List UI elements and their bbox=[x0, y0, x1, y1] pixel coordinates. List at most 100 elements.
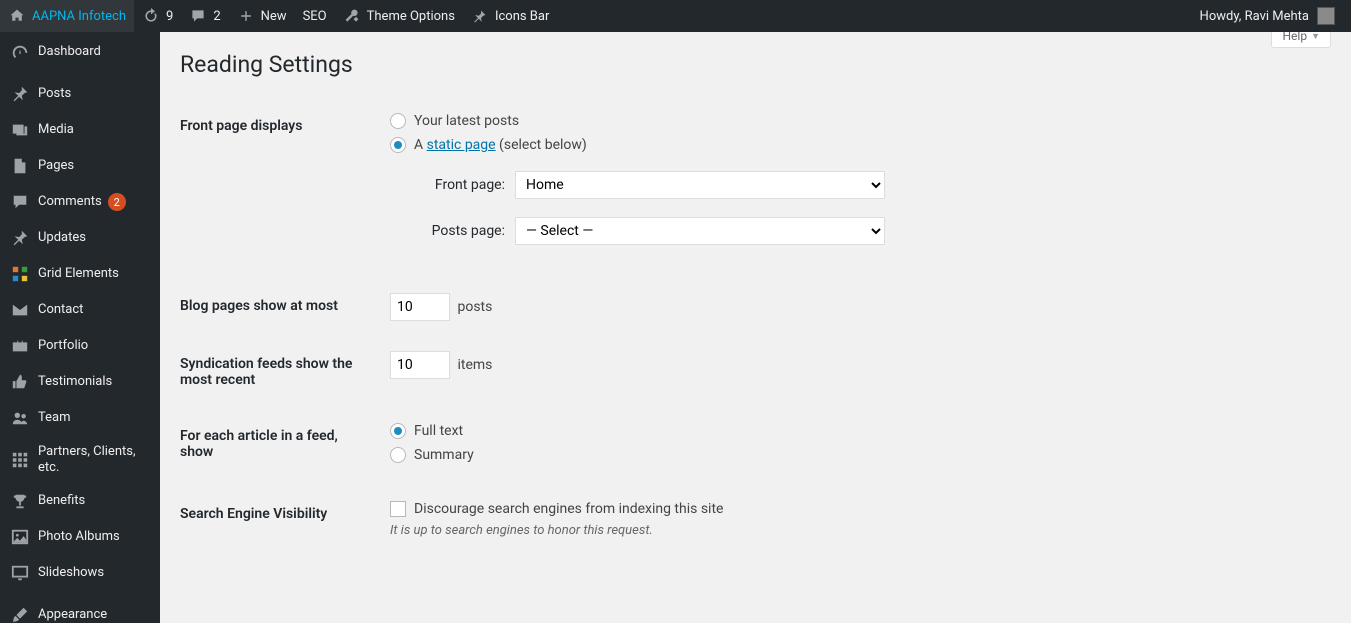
syndication-input[interactable] bbox=[390, 351, 450, 379]
radio-static-page-label[interactable]: A static page (select below) bbox=[390, 137, 587, 153]
admin-sidebar: Dashboard Posts Media Pages Comments2 Up… bbox=[0, 32, 160, 623]
pin-icon bbox=[10, 228, 30, 248]
site-link[interactable]: AAPNA Infotech bbox=[0, 0, 134, 32]
sidebar-item-comments[interactable]: Comments2 bbox=[0, 184, 160, 220]
sidebar-item-pages[interactable]: Pages bbox=[0, 148, 160, 184]
radio-full-text[interactable] bbox=[390, 423, 406, 439]
main-content: Help ▼ Reading Settings Front page displ… bbox=[160, 32, 1351, 623]
pin-icon bbox=[10, 84, 30, 104]
sidebar-item-contact[interactable]: Contact bbox=[0, 292, 160, 328]
radio-full-text-label[interactable]: Full text bbox=[390, 423, 463, 439]
tools-icon bbox=[343, 7, 361, 25]
account-link[interactable]: Howdy, Ravi Mehta bbox=[1192, 0, 1343, 32]
sidebar-item-label: Media bbox=[38, 122, 74, 138]
grid-icon bbox=[10, 264, 30, 284]
toolbar-comments-count: 2 bbox=[213, 9, 220, 24]
radio-static-page[interactable] bbox=[390, 137, 406, 153]
seo-label: SEO bbox=[303, 9, 327, 24]
grid-small-icon bbox=[10, 450, 30, 470]
sidebar-item-benefits[interactable]: Benefits bbox=[0, 483, 160, 519]
blog-pages-input[interactable] bbox=[390, 293, 450, 321]
monitor-icon bbox=[10, 563, 30, 583]
sidebar-item-media[interactable]: Media bbox=[0, 112, 160, 148]
sidebar-item-photo-albums[interactable]: Photo Albums bbox=[0, 519, 160, 555]
sidebar-item-posts[interactable]: Posts bbox=[0, 76, 160, 112]
sidebar-item-label: Benefits bbox=[38, 493, 85, 509]
sidebar-item-label: Slideshows bbox=[38, 565, 104, 581]
radio-latest-text: Your latest posts bbox=[414, 113, 519, 129]
front-page-select-label: Front page: bbox=[410, 177, 505, 193]
users-icon bbox=[10, 408, 30, 428]
sev-description: It is up to search engines to honor this… bbox=[390, 523, 1321, 538]
blog-pages-label: Blog pages show at most bbox=[180, 278, 380, 336]
sidebar-item-label: Pages bbox=[38, 158, 74, 174]
howdy-text: Howdy, Ravi Mehta bbox=[1200, 9, 1309, 24]
toolbar-left: AAPNA Infotech 9 2 New SEO Theme Options… bbox=[0, 0, 557, 32]
site-name: AAPNA Infotech bbox=[32, 9, 126, 24]
new-label: New bbox=[261, 9, 287, 24]
comment-icon bbox=[10, 192, 30, 212]
sev-label: Search Engine Visibility bbox=[180, 486, 380, 553]
sidebar-item-label: Portfolio bbox=[38, 338, 88, 354]
icons-bar-label: Icons Bar bbox=[495, 9, 549, 24]
sidebar-item-updates[interactable]: Updates bbox=[0, 220, 160, 256]
radio-static-prefix: A bbox=[414, 137, 427, 153]
chevron-down-icon: ▼ bbox=[1311, 32, 1320, 42]
toolbar-right: Howdy, Ravi Mehta bbox=[1192, 0, 1351, 32]
sidebar-item-partners[interactable]: Partners, Clients, etc. bbox=[0, 436, 160, 483]
sidebar-item-label: Photo Albums bbox=[38, 529, 120, 545]
radio-summary[interactable] bbox=[390, 447, 406, 463]
toolbar-theme-options[interactable]: Theme Options bbox=[335, 0, 463, 32]
refresh-icon bbox=[142, 7, 160, 25]
syndication-unit: items bbox=[457, 357, 492, 373]
sev-checkbox-label[interactable]: Discourage search engines from indexing … bbox=[390, 501, 1321, 517]
sidebar-item-label: Dashboard bbox=[38, 44, 101, 60]
radio-summary-label[interactable]: Summary bbox=[390, 447, 474, 463]
sidebar-item-label: Appearance bbox=[38, 607, 107, 623]
sidebar-item-slideshows[interactable]: Slideshows bbox=[0, 555, 160, 591]
trophy-icon bbox=[10, 491, 30, 511]
sidebar-item-label: Partners, Clients, etc. bbox=[38, 444, 152, 475]
sidebar-item-label: Grid Elements bbox=[38, 266, 119, 282]
briefcase-icon bbox=[10, 336, 30, 356]
sidebar-item-team[interactable]: Team bbox=[0, 400, 160, 436]
media-icon bbox=[10, 120, 30, 140]
help-button[interactable]: Help ▼ bbox=[1271, 32, 1331, 48]
front-page-select[interactable]: Home bbox=[515, 171, 885, 199]
toolbar-updates[interactable]: 9 bbox=[134, 0, 181, 32]
sev-checkbox[interactable] bbox=[390, 501, 406, 517]
sidebar-item-label: Contact bbox=[38, 302, 83, 318]
thumbs-up-icon bbox=[10, 372, 30, 392]
radio-latest-posts-label[interactable]: Your latest posts bbox=[390, 113, 519, 129]
sidebar-item-grid-elements[interactable]: Grid Elements bbox=[0, 256, 160, 292]
updates-count: 9 bbox=[166, 9, 173, 24]
static-page-link[interactable]: static page bbox=[427, 137, 496, 153]
page-title: Reading Settings bbox=[180, 42, 1331, 98]
sidebar-item-testimonials[interactable]: Testimonials bbox=[0, 364, 160, 400]
comments-badge: 2 bbox=[108, 193, 126, 211]
radio-latest-posts[interactable] bbox=[390, 113, 406, 129]
sev-checkbox-text: Discourage search engines from indexing … bbox=[414, 501, 723, 517]
toolbar-new[interactable]: New bbox=[229, 0, 295, 32]
radio-full-text-text: Full text bbox=[414, 423, 463, 439]
posts-page-select[interactable]: — Select — bbox=[515, 217, 885, 245]
toolbar-seo[interactable]: SEO bbox=[295, 0, 335, 32]
syndication-label: Syndication feeds show the most recent bbox=[180, 336, 380, 408]
avatar bbox=[1317, 7, 1335, 25]
sidebar-item-label: Testimonials bbox=[38, 374, 112, 390]
help-label: Help bbox=[1282, 32, 1307, 43]
gauge-icon bbox=[10, 42, 30, 62]
sidebar-item-portfolio[interactable]: Portfolio bbox=[0, 328, 160, 364]
sidebar-item-appearance[interactable]: Appearance bbox=[0, 597, 160, 623]
radio-summary-text: Summary bbox=[414, 447, 474, 463]
toolbar-comments[interactable]: 2 bbox=[181, 0, 228, 32]
sidebar-item-dashboard[interactable]: Dashboard bbox=[0, 34, 160, 70]
image-icon bbox=[10, 527, 30, 547]
home-icon bbox=[8, 7, 26, 25]
comment-icon bbox=[189, 7, 207, 25]
admin-toolbar: AAPNA Infotech 9 2 New SEO Theme Options… bbox=[0, 0, 1351, 32]
toolbar-icons-bar[interactable]: Icons Bar bbox=[463, 0, 557, 32]
radio-static-suffix: (select below) bbox=[496, 137, 587, 153]
brush-icon bbox=[10, 605, 30, 623]
blog-pages-unit: posts bbox=[457, 299, 492, 315]
